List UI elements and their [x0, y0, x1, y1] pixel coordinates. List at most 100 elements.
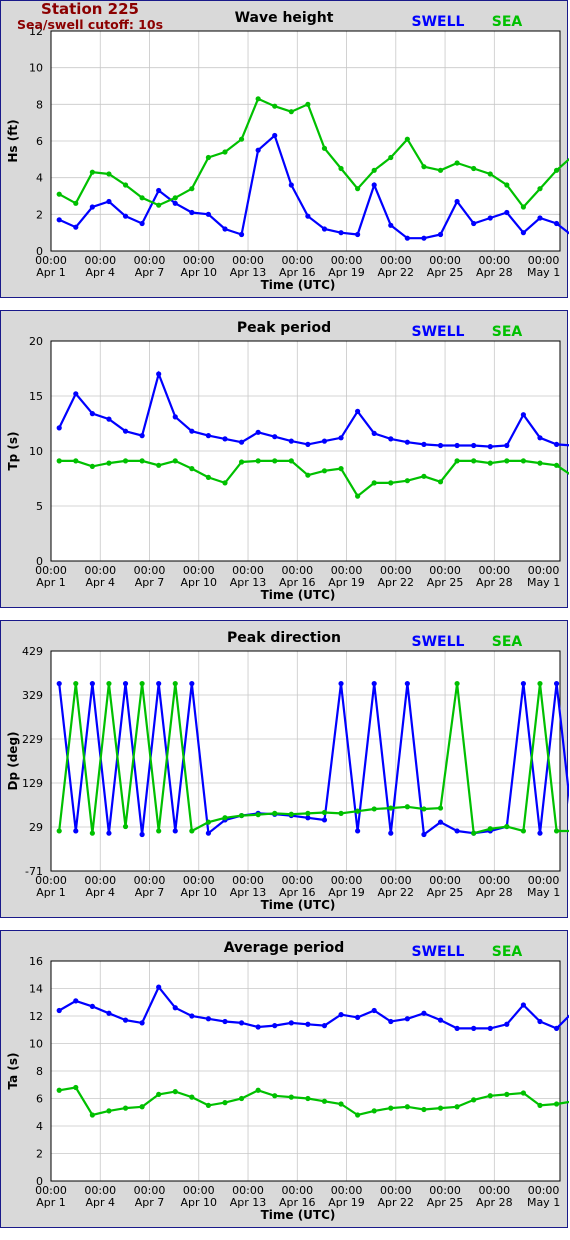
- data-point: [139, 1020, 145, 1026]
- x-tick-label: Apr 25: [427, 266, 464, 279]
- data-point: [437, 479, 444, 485]
- data-point: [222, 226, 228, 232]
- data-point: [520, 680, 527, 687]
- x-tick-label: Apr 22: [378, 1196, 415, 1209]
- data-point: [305, 441, 311, 447]
- x-tick-label: Apr 25: [427, 1196, 464, 1209]
- data-point: [388, 222, 394, 228]
- data-point: [504, 1091, 510, 1097]
- data-point: [222, 815, 228, 821]
- data-point: [553, 167, 560, 173]
- data-point: [205, 154, 212, 161]
- y-tick-label: 5: [36, 500, 43, 513]
- data-point: [305, 213, 311, 219]
- data-point: [371, 806, 377, 812]
- legend-sea: SEA: [492, 944, 523, 960]
- data-point: [437, 1105, 444, 1111]
- data-point: [504, 442, 510, 449]
- data-point: [222, 436, 228, 442]
- data-point: [321, 1098, 328, 1104]
- data-point: [355, 408, 361, 414]
- data-point: [537, 460, 543, 466]
- data-point: [255, 1087, 261, 1093]
- data-point: [520, 204, 527, 210]
- data-point: [504, 182, 510, 188]
- data-point: [355, 231, 361, 238]
- sea-swell-cutoff-label: Sea/swell cutoff: 10s: [16, 17, 164, 32]
- data-point: [122, 1017, 129, 1023]
- x-tick-label: Apr 10: [181, 576, 218, 589]
- data-point: [255, 429, 261, 435]
- data-point: [156, 828, 162, 834]
- data-point: [471, 830, 477, 836]
- data-point: [355, 186, 361, 192]
- x-tick-label: Apr 4: [85, 266, 115, 279]
- y-tick-label: 129: [22, 777, 43, 790]
- data-point: [272, 103, 278, 109]
- data-point: [238, 1020, 245, 1026]
- data-point: [272, 458, 278, 464]
- data-point: [355, 493, 361, 499]
- data-point: [156, 202, 162, 208]
- data-point: [553, 1101, 560, 1107]
- data-point: [106, 171, 112, 177]
- data-point: [272, 434, 278, 440]
- data-point: [156, 680, 162, 687]
- x-tick-label: Apr 7: [135, 576, 165, 589]
- data-point: [338, 230, 344, 236]
- x-tick-label: Apr 10: [181, 886, 218, 899]
- data-point: [371, 430, 377, 436]
- data-point: [122, 182, 129, 188]
- data-point: [122, 213, 129, 219]
- data-point: [189, 1013, 195, 1019]
- data-point: [553, 441, 560, 447]
- data-point: [255, 96, 261, 102]
- data-point: [487, 171, 493, 177]
- x-axis-label: Time (UTC): [261, 588, 336, 602]
- peak-period-chart: 0510152000:00Apr 100:00Apr 400:00Apr 700…: [6, 320, 569, 602]
- y-axis-label: Hs (ft): [6, 119, 20, 162]
- x-tick-label: May 1: [527, 1196, 560, 1209]
- x-tick-label: Apr 22: [378, 266, 415, 279]
- data-point: [421, 831, 427, 838]
- data-point: [222, 149, 228, 155]
- data-point: [189, 828, 195, 834]
- y-tick-label: 15: [29, 390, 43, 403]
- y-tick-label: 20: [29, 335, 43, 348]
- data-point: [437, 231, 444, 238]
- data-point: [139, 680, 145, 687]
- y-tick-label: 329: [22, 689, 43, 702]
- y-tick-label: 4: [36, 172, 43, 185]
- y-tick-label: 12: [29, 1010, 43, 1023]
- data-point: [520, 458, 527, 464]
- data-point: [421, 806, 427, 812]
- x-tick-label: Apr 28: [476, 1196, 513, 1209]
- data-point: [106, 460, 112, 466]
- data-point: [437, 442, 444, 449]
- data-point: [437, 1017, 444, 1023]
- data-point: [371, 480, 377, 486]
- x-axis-label: Time (UTC): [261, 1208, 336, 1222]
- data-point: [89, 411, 95, 417]
- data-point: [388, 1018, 394, 1025]
- data-point: [288, 438, 294, 444]
- data-point: [73, 391, 79, 397]
- data-point: [553, 828, 560, 834]
- data-point: [255, 1024, 261, 1030]
- x-tick-label: Apr 1: [36, 1196, 66, 1209]
- data-point: [122, 458, 129, 464]
- data-point: [371, 680, 377, 687]
- data-point: [189, 1094, 195, 1100]
- data-point: [122, 1105, 129, 1111]
- data-point: [421, 1010, 427, 1016]
- y-tick-label: 229: [22, 733, 43, 746]
- data-point: [89, 1003, 95, 1009]
- data-point: [288, 811, 294, 817]
- data-point: [520, 230, 527, 236]
- x-tick-label: Apr 25: [427, 886, 464, 899]
- data-point: [537, 1018, 543, 1025]
- data-point: [338, 1101, 344, 1107]
- data-point: [305, 810, 311, 816]
- data-point: [355, 828, 361, 834]
- average-period-chart: 024681012141600:00Apr 100:00Apr 400:00Ap…: [6, 940, 569, 1222]
